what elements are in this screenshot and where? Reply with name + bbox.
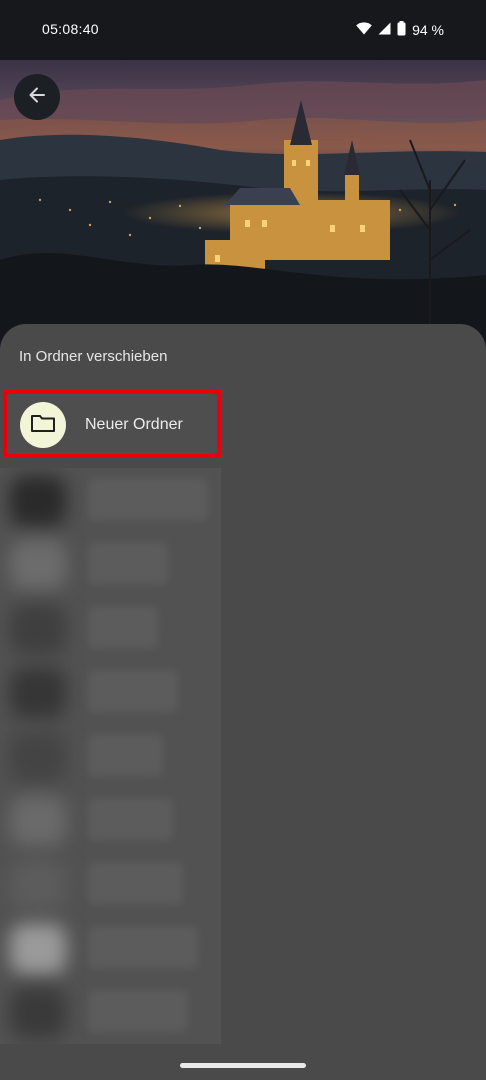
battery-icon xyxy=(397,21,406,39)
album-title-blurred xyxy=(88,606,158,648)
status-bar: 05:08:40 94 % xyxy=(0,0,486,60)
album-thumbnail xyxy=(10,988,66,1038)
album-thumbnail xyxy=(10,668,66,718)
list-item[interactable] xyxy=(0,724,221,788)
album-title-blurred xyxy=(88,990,188,1032)
album-title-blurred xyxy=(88,862,183,904)
album-thumbnail xyxy=(10,860,66,910)
album-thumbnail xyxy=(10,796,66,846)
album-title-blurred xyxy=(88,798,173,840)
battery-percentage: 94 % xyxy=(412,22,444,38)
folder-icon xyxy=(30,412,56,439)
album-thumbnail xyxy=(10,732,66,782)
status-icons: 94 % xyxy=(356,21,444,39)
cell-signal-icon xyxy=(378,22,391,38)
list-item[interactable] xyxy=(0,660,221,724)
wifi-icon xyxy=(356,22,372,38)
gesture-nav-handle[interactable] xyxy=(180,1063,306,1068)
back-button[interactable] xyxy=(14,74,60,120)
sheet-title: In Ordner verschieben xyxy=(19,348,168,365)
list-item[interactable] xyxy=(0,788,221,852)
album-thumbnail xyxy=(10,924,66,974)
album-thumbnail xyxy=(10,540,66,590)
list-item[interactable] xyxy=(0,596,221,660)
album-title-blurred xyxy=(88,926,198,968)
new-folder-label: Neuer Ordner xyxy=(85,416,183,433)
castle-photo xyxy=(0,80,486,350)
folder-icon-circle xyxy=(20,402,66,448)
album-thumbnail xyxy=(10,604,66,654)
new-folder-button[interactable]: Neuer Ordner xyxy=(3,390,221,458)
album-list-blurred xyxy=(0,468,221,1044)
album-title-blurred xyxy=(88,478,208,520)
list-item[interactable] xyxy=(0,852,221,916)
album-title-blurred xyxy=(88,542,168,584)
album-thumbnail xyxy=(10,476,66,526)
status-time: 05:08:40 xyxy=(42,21,99,37)
album-title-blurred xyxy=(88,670,178,712)
arrow-left-icon xyxy=(27,85,47,110)
list-item[interactable] xyxy=(0,468,221,532)
list-item[interactable] xyxy=(0,916,221,980)
photo-preview xyxy=(0,60,486,350)
album-title-blurred xyxy=(88,734,163,776)
list-item[interactable] xyxy=(0,980,221,1044)
list-item[interactable] xyxy=(0,532,221,596)
move-to-folder-sheet: In Ordner verschieben Neuer Ordner xyxy=(0,324,486,1080)
